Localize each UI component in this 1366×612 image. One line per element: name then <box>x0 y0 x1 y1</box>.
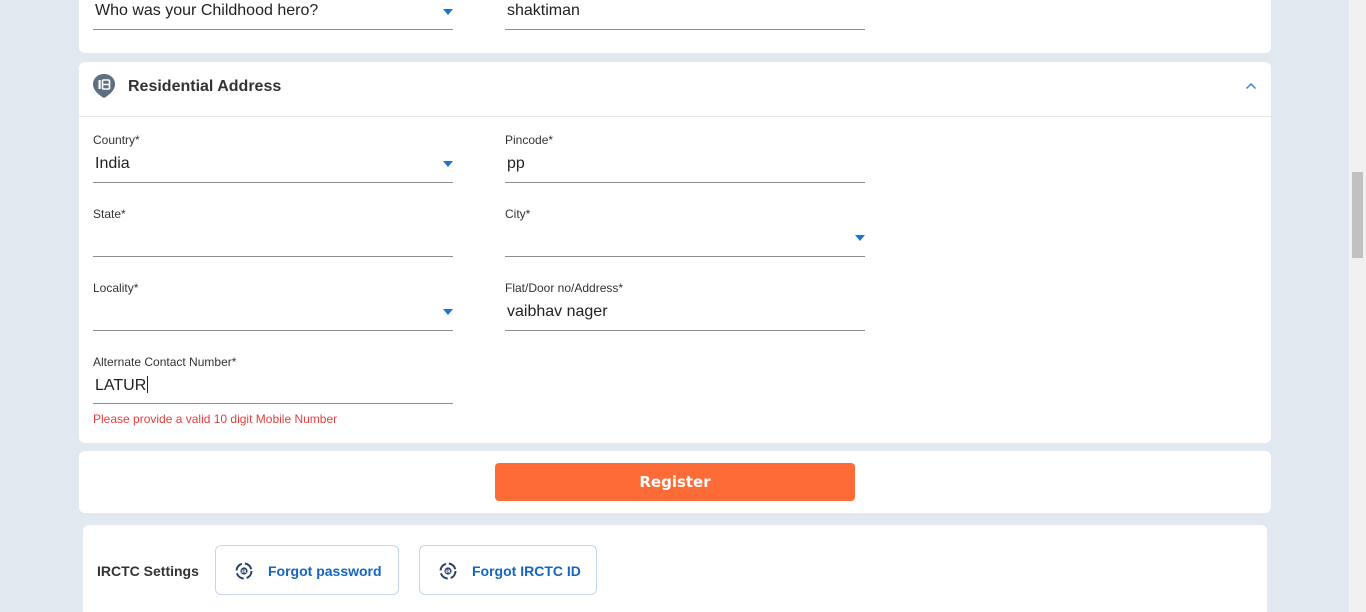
field-underline <box>93 330 453 331</box>
chevron-up-icon[interactable] <box>1245 80 1257 92</box>
security-answer-input[interactable]: shaktiman <box>505 0 865 30</box>
forgot-password-button[interactable]: IR Forgot password <box>215 545 399 595</box>
locality-select[interactable]: Locality* <box>93 281 453 331</box>
forgot-irctc-id-button[interactable]: IR Forgot IRCTC ID <box>419 545 597 595</box>
field-underline <box>93 256 453 257</box>
security-answer-value: shaktiman <box>507 2 580 19</box>
scrollbar-thumb[interactable] <box>1352 172 1363 258</box>
security-question-value: Who was your Childhood hero? <box>95 2 319 19</box>
forgot-password-label: Forgot password <box>268 563 382 579</box>
field-underline <box>93 403 453 404</box>
locality-label: Locality* <box>93 281 139 295</box>
state-input[interactable]: State* <box>93 207 453 257</box>
security-question-select[interactable]: Who was your Childhood hero? <box>93 0 453 30</box>
state-label: State* <box>93 207 126 221</box>
field-underline <box>505 29 865 30</box>
residential-address-card: Residential Address Country* India Pinco… <box>79 62 1271 443</box>
field-underline <box>505 256 865 257</box>
flat-address-value: vaibhav nager <box>507 303 608 320</box>
city-label: City* <box>505 207 531 221</box>
dropdown-arrow-icon <box>855 235 865 241</box>
alternate-contact-input[interactable]: Alternate Contact Number* LATUR <box>93 355 453 405</box>
svg-text:IR: IR <box>241 569 247 575</box>
alternate-contact-error: Please provide a valid 10 digit Mobile N… <box>93 412 338 426</box>
dropdown-arrow-icon <box>443 309 453 315</box>
country-value: India <box>95 155 130 172</box>
register-button[interactable]: Register <box>495 463 855 501</box>
security-question-card: Who was your Childhood hero? shaktiman <box>79 0 1271 53</box>
residential-address-header[interactable]: Residential Address <box>79 62 1271 117</box>
field-underline <box>505 182 865 183</box>
country-select[interactable]: Country* India <box>93 133 453 183</box>
pincode-input[interactable]: Pincode* pp <box>505 133 865 183</box>
irctc-logo-icon: IR <box>439 562 457 580</box>
pincode-value: pp <box>507 155 525 172</box>
dropdown-arrow-icon <box>443 161 453 167</box>
svg-text:IR: IR <box>445 569 451 575</box>
pincode-label: Pincode* <box>505 133 554 147</box>
irctc-logo-icon: IR <box>235 562 253 580</box>
flat-address-input[interactable]: Flat/Door no/Address* vaibhav nager <box>505 281 865 331</box>
alternate-contact-label: Alternate Contact Number* <box>93 355 237 369</box>
register-card: Register <box>79 451 1271 513</box>
text-cursor <box>147 376 149 393</box>
irctc-settings-card: IRCTC Settings IR Forgot password IR For… <box>83 525 1267 612</box>
forgot-irctc-id-label: Forgot IRCTC ID <box>472 563 581 579</box>
dropdown-arrow-icon <box>443 9 453 15</box>
alternate-contact-value: LATUR <box>95 377 147 394</box>
field-underline <box>93 182 453 183</box>
section-title: Residential Address <box>128 78 282 95</box>
field-underline <box>93 29 453 30</box>
address-pin-icon <box>93 74 115 98</box>
city-select[interactable]: City* <box>505 207 865 257</box>
flat-address-label: Flat/Door no/Address* <box>505 281 624 295</box>
field-underline <box>505 330 865 331</box>
page-scrollbar[interactable] <box>1349 0 1366 612</box>
alternate-contact-value-wrap: LATUR <box>95 376 149 395</box>
settings-title: IRCTC Settings <box>97 563 199 579</box>
country-label: Country* <box>93 133 140 147</box>
